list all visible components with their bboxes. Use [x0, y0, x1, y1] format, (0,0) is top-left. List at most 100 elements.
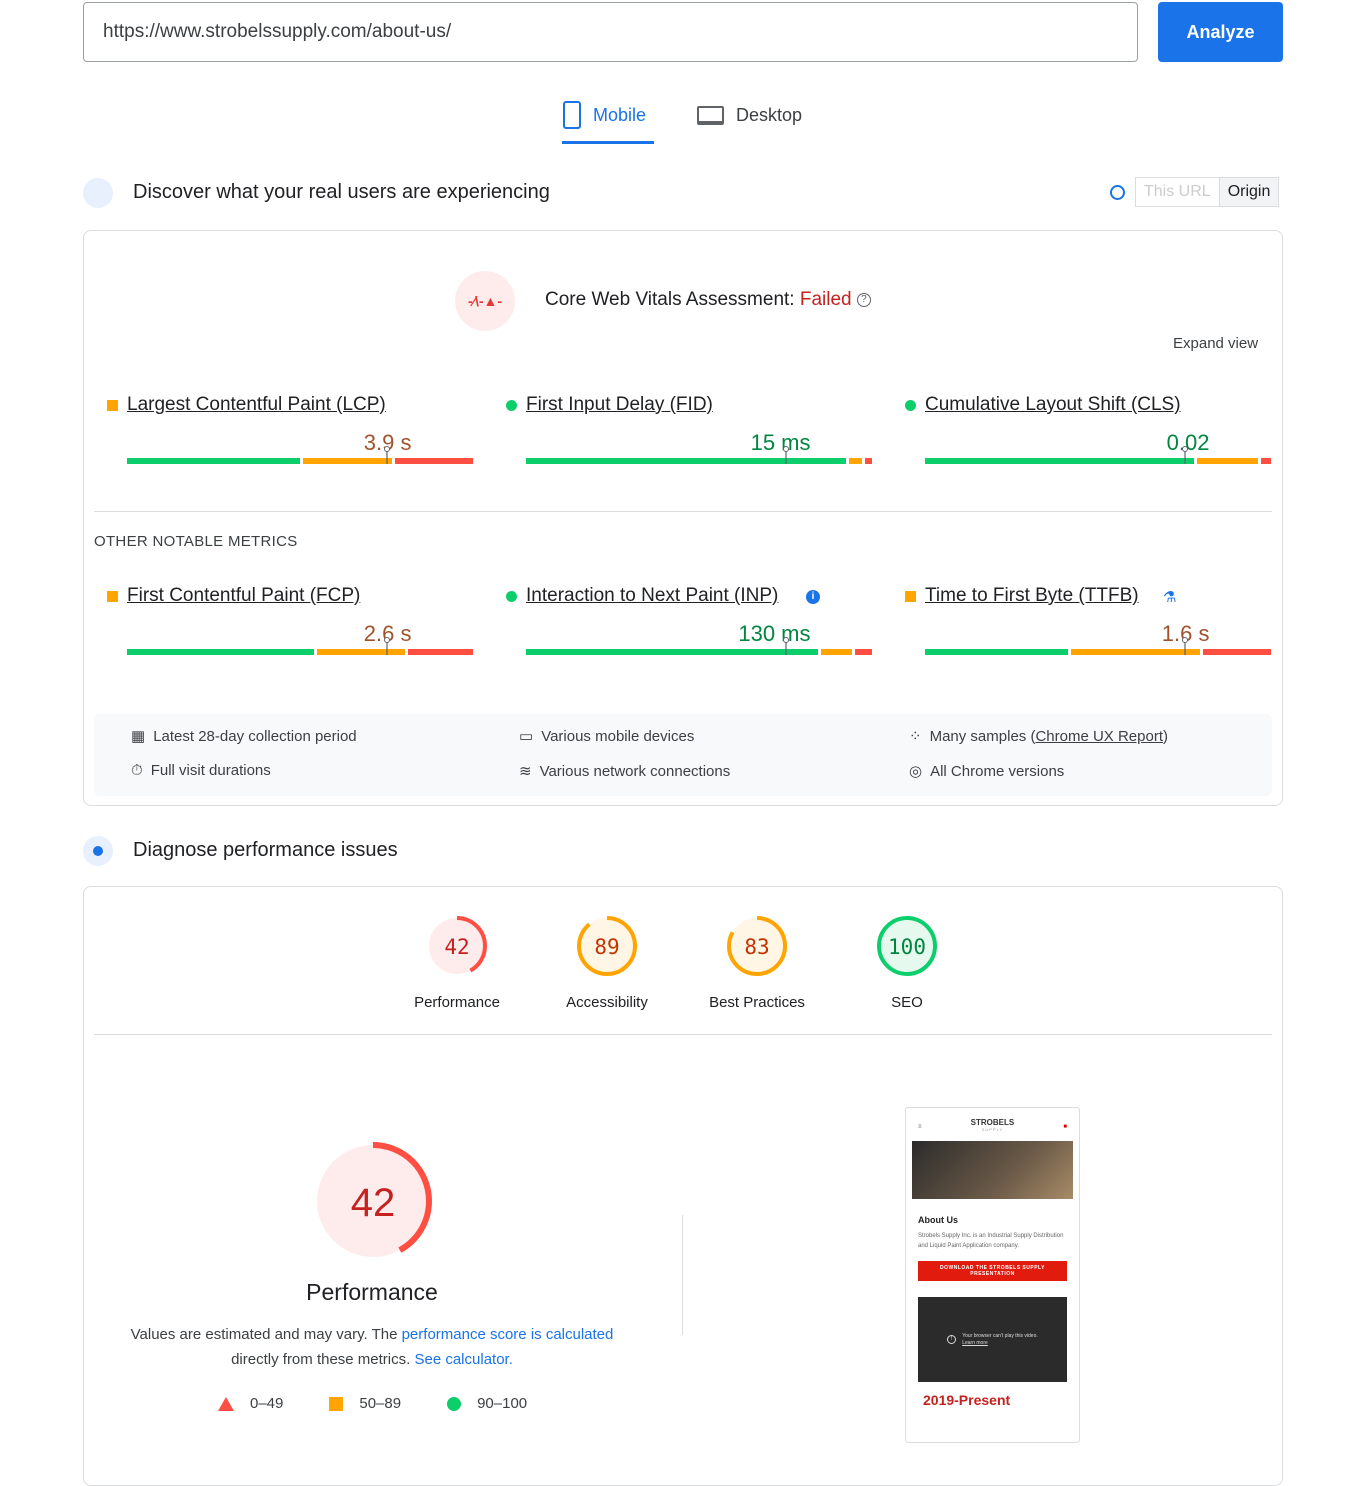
- chrome-ux-report-link[interactable]: Chrome UX Report: [1035, 728, 1163, 745]
- collection-period: ▦ Latest 28-day collection period: [131, 727, 357, 746]
- p75-marker: [383, 637, 390, 655]
- warehouse-image: [912, 1141, 1073, 1199]
- distribution-bar: [127, 446, 473, 464]
- gauge-label: Performance: [414, 994, 500, 1011]
- info-text: Latest 28-day collection period: [153, 727, 357, 745]
- note-text: Values are estimated and may vary. The: [130, 1326, 402, 1343]
- info-icon[interactable]: [1110, 185, 1125, 200]
- assessment-status: Failed: [799, 289, 852, 310]
- average-rating-icon: [107, 590, 118, 602]
- score-calculated-link[interactable]: performance score is calculated: [402, 1326, 614, 1343]
- distribution-bar: [127, 637, 473, 655]
- bar-poor: [1260, 458, 1271, 464]
- network-info: ≋ Various network connections: [519, 762, 730, 781]
- analyze-button[interactable]: Analyze: [1158, 2, 1283, 62]
- bar-good: [127, 458, 301, 464]
- info-text: ): [1163, 727, 1168, 745]
- legend-label: 50–89: [359, 1395, 402, 1412]
- average-rating-icon: [107, 399, 118, 411]
- legend-label: 0–49: [250, 1395, 284, 1412]
- metric-value: 2.6 s: [363, 621, 412, 646]
- laptop-icon: [697, 105, 724, 125]
- thumb-heading: About Us: [918, 1215, 958, 1225]
- lab-section-title: Diagnose performance issues: [133, 839, 398, 861]
- metric-name: Time to First Byte (TTFB): [925, 585, 1139, 606]
- good-rating-icon: [905, 399, 916, 411]
- chrome-icon: ◎: [909, 763, 923, 780]
- phone-icon: [563, 101, 581, 129]
- calendar-icon: ▦: [131, 728, 146, 745]
- metric-1-link[interactable]: Interaction to Next Paint (INP): [506, 585, 778, 607]
- metric-0-link[interactable]: Largest Contentful Paint (LCP): [107, 394, 386, 416]
- video-message: Your browser can't play this video.: [962, 1332, 1038, 1339]
- score-gauge-accessibility[interactable]: 89: [575, 914, 639, 978]
- info-icon[interactable]: i: [806, 590, 820, 604]
- samples-info: ⁘ Many samples (Chrome UX Report): [909, 727, 1168, 746]
- this-url-toggle[interactable]: This URL: [1136, 178, 1219, 206]
- thumb-year: 2019-Present: [923, 1392, 1011, 1408]
- average-rating-icon: [905, 590, 916, 602]
- thumb-logo: STROBELS SUPPLY: [970, 1118, 1015, 1133]
- expand-view-link[interactable]: Expand view: [1173, 335, 1258, 352]
- page-screenshot-thumbnail: ≡ STROBELS SUPPLY ■ About Us Strobels Sup…: [905, 1107, 1080, 1443]
- devices-info: ▭ Various mobile devices: [519, 727, 695, 746]
- info-text: Full visit durations: [150, 762, 271, 779]
- bar-poor: [865, 458, 872, 464]
- score-gauge-seo[interactable]: 100: [875, 914, 939, 978]
- metric-2-link[interactable]: Cumulative Layout Shift (CLS): [905, 394, 1181, 416]
- bar-poor: [394, 458, 473, 464]
- bar-average: [821, 649, 852, 655]
- metric-1-link[interactable]: First Input Delay (FID): [506, 394, 713, 416]
- bar-good: [127, 649, 314, 655]
- bar-good: [925, 458, 1194, 464]
- video-learn-more-link: Learn more: [962, 1339, 988, 1346]
- metric-0-link[interactable]: First Contentful Paint (FCP): [107, 585, 360, 607]
- samples-icon: ⁘: [909, 728, 922, 745]
- url-origin-toggle: This URL Origin: [1135, 177, 1280, 207]
- diagnose-icon: [83, 836, 113, 866]
- thumb-video: ! Your browser can't play this video. Lea…: [918, 1297, 1067, 1382]
- devices-icon: ▭: [519, 728, 534, 745]
- score-gauge-performance[interactable]: 42: [425, 914, 489, 978]
- cart-icon: ■: [1063, 1123, 1067, 1130]
- cwv-assessment: Core Web Vitals Assessment: Failed ?: [545, 289, 871, 311]
- legend-label: 90–100: [477, 1395, 528, 1412]
- tab-mobile[interactable]: Mobile: [563, 98, 646, 132]
- gauge-label: Best Practices: [709, 994, 805, 1011]
- square-icon: [329, 1396, 344, 1411]
- metric-2-link[interactable]: Time to First Byte (TTFB): [905, 585, 1139, 607]
- good-rating-icon: [506, 590, 517, 602]
- bar-poor: [1203, 649, 1272, 655]
- score-legend: 0–49 50–89 90–100: [218, 1395, 527, 1412]
- bar-poor: [408, 649, 473, 655]
- menu-icon: ≡: [918, 1123, 922, 1130]
- circle-icon: [447, 1396, 462, 1411]
- tab-label: Desktop: [736, 104, 803, 125]
- bar-good: [925, 649, 1068, 655]
- users-chart-icon: [83, 178, 113, 208]
- gauge-score: 83: [744, 935, 769, 959]
- note-text: directly from these metrics.: [231, 1351, 415, 1368]
- distribution-bar: [925, 446, 1271, 464]
- wifi-icon: ≋: [519, 763, 532, 780]
- url-input[interactable]: https://www.strobelssupply.com/about-us/: [83, 2, 1138, 62]
- thumb-text: Strobels Supply Inc. is an Industrial Su…: [918, 1233, 1064, 1249]
- score-gauge-best-practices[interactable]: 83: [725, 914, 789, 978]
- tab-label: Mobile: [593, 104, 647, 125]
- p75-marker: [1181, 637, 1188, 655]
- score-note: Values are estimated and may vary. The p…: [112, 1322, 632, 1372]
- metric-name: First Input Delay (FID): [526, 394, 713, 415]
- heartbeat-failed-icon: -⁄\-▲-: [455, 271, 515, 331]
- gauge-score: 42: [444, 935, 469, 959]
- assessment-label: Core Web Vitals Assessment:: [545, 289, 795, 310]
- performance-score-large: 42: [351, 1181, 396, 1225]
- tab-desktop[interactable]: Desktop: [697, 98, 802, 132]
- divider: [94, 1034, 1272, 1035]
- lab-flask-icon: ⚗: [1163, 589, 1177, 606]
- see-calculator-link[interactable]: See calculator.: [414, 1351, 512, 1368]
- bar-average: [848, 458, 863, 464]
- info-text: Various mobile devices: [541, 727, 695, 745]
- help-icon[interactable]: ?: [856, 292, 871, 307]
- origin-toggle[interactable]: Origin: [1218, 178, 1279, 206]
- metric-name: Interaction to Next Paint (INP): [526, 585, 779, 606]
